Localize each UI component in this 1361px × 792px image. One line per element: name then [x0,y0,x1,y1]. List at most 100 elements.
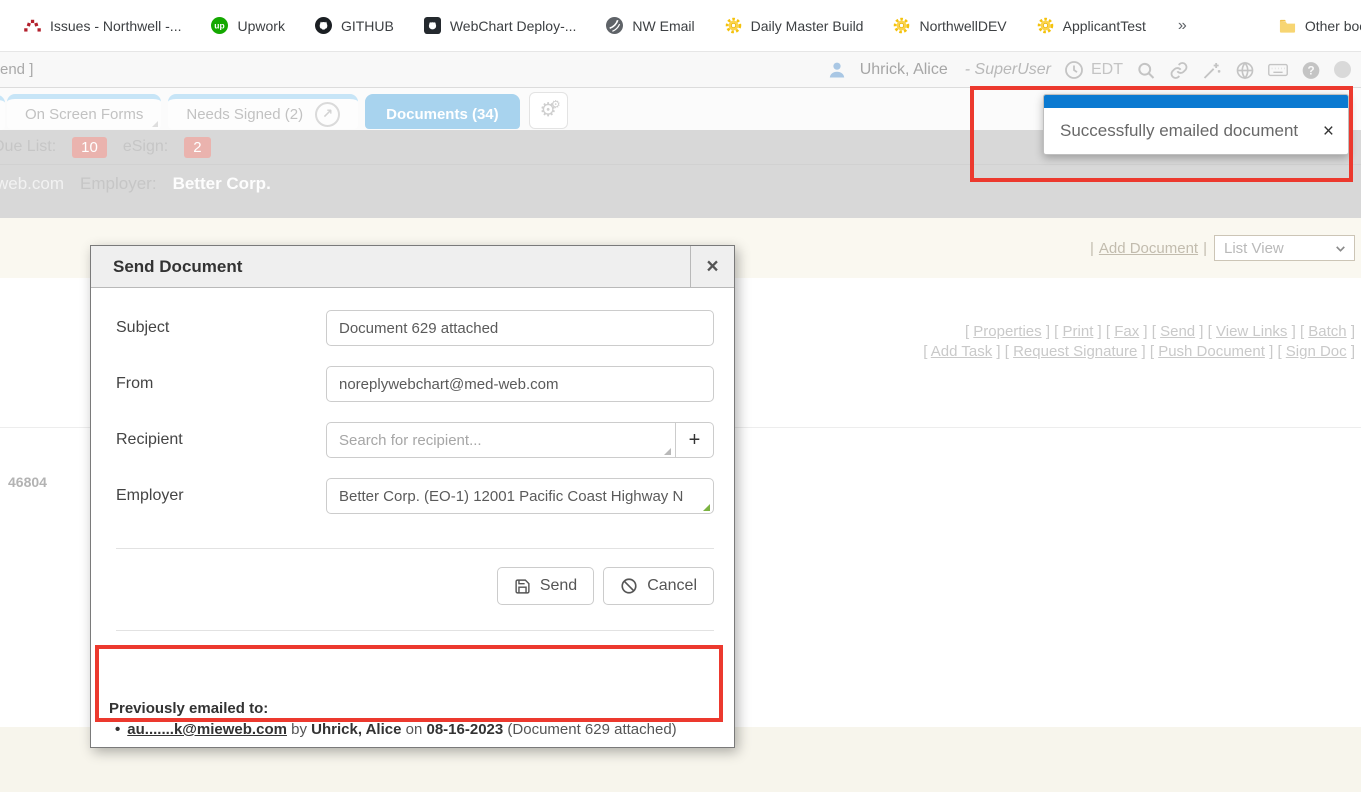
chevron-down-icon [1334,242,1347,255]
link-icon[interactable] [1169,60,1189,80]
send-document-modal: Send Document × Subject From Recipient + [90,245,735,748]
view-select-value: List View [1224,240,1284,257]
document-action-links: [ Properties ] [ Print ] [ Fax ] [ Send … [923,322,1355,362]
other-bookmarks[interactable]: Other bookmarks [1279,17,1361,34]
previous-recipient-email-link[interactable]: au.......k@mieweb.com [127,721,287,738]
globe-icon[interactable] [1235,60,1255,80]
add-recipient-button[interactable]: + [676,422,714,458]
bookmark-label: GITHUB [341,18,394,34]
bookmark-issues-northwell[interactable]: Issues - Northwell -... [24,17,181,34]
bookmark-label: Daily Master Build [751,18,864,34]
employer-field-label: Employer [116,487,326,505]
tab-label: Documents (34) [386,106,499,123]
tab-label: On Screen Forms [25,106,143,123]
action-links-line-1: [ Properties ] [ Print ] [ Fax ] [ Send … [923,322,1355,342]
action-link[interactable]: [ Properties ] [965,323,1050,340]
folder-icon [1279,17,1296,34]
gear-yellow-icon [725,17,742,34]
action-link[interactable]: [ Sign Doc ] [1277,343,1355,360]
action-link[interactable]: [ Batch ] [1300,323,1355,340]
redmine-icon [24,17,41,34]
app-header: end ] Uhrick, Alice - SuperUser EDT [0,52,1361,88]
search-icon[interactable] [1136,60,1156,80]
bookmark-nw-email[interactable]: NW Email [606,17,694,34]
previously-emailed-entry: •au.......k@mieweb.com by Uhrick, Alice … [109,719,709,741]
bookmarks-overflow-chevron[interactable]: » [1176,17,1189,35]
action-link[interactable]: [ Fax ] [1106,323,1148,340]
previous-email-note: (Document 629 attached) [507,721,676,738]
tab-label: Needs Signed (2) [186,106,303,123]
previously-emailed-section: Previously emailed to: •au.......k@miewe… [96,688,722,765]
pipe: | [1203,240,1207,257]
toast-close-icon[interactable]: × [1321,122,1336,141]
action-link[interactable]: [ Send ] [1152,323,1204,340]
bookmark-github[interactable]: GITHUB [315,17,394,34]
action-link-label: Sign Doc [1286,343,1347,360]
action-link-label: Request Signature [1013,343,1137,360]
bookmark-label: Upwork [237,18,284,34]
action-link[interactable]: [ Request Signature ] [1005,343,1146,360]
upwork-icon: up [211,17,228,34]
action-link-label: Properties [973,323,1041,340]
keyboard-icon[interactable] [1268,60,1288,80]
bookmark-upwork[interactable]: up Upwork [211,17,284,34]
save-icon [514,578,531,595]
tab-documents[interactable]: Documents (34) [365,94,520,129]
tab-settings-button[interactable]: ⚙ ⚙ [529,92,568,129]
action-link[interactable]: [ Print ] [1054,323,1102,340]
send-button-label: Send [540,577,577,595]
screen: Issues - Northwell -... up Upwork GITHUB… [0,0,1361,792]
help-icon[interactable]: ? [1301,60,1321,80]
action-link[interactable]: [ Push Document ] [1150,343,1273,360]
resize-handle-icon [664,448,671,455]
action-link-label: Send [1160,323,1195,340]
previous-email-date: 08-16-2023 [427,721,504,738]
from-label: From [116,375,326,393]
employer-input[interactable] [326,478,714,514]
tab-on-screen-forms[interactable]: On Screen Forms [7,94,161,129]
svg-text:up: up [215,21,225,31]
modal-title: Send Document [91,246,690,287]
partial-tab [0,95,5,130]
toast-notification: Successfully emailed document × [1043,94,1349,155]
action-links-line-2: [ Add Task ] [ Request Signature ] [ Pus… [923,342,1355,362]
modal-close-button[interactable]: × [690,246,734,287]
esign-count-badge: 2 [184,137,210,158]
pipe: | [1090,240,1094,257]
cancel-icon [620,577,638,595]
view-select[interactable]: List View [1214,235,1355,261]
document-row-id: 46804 [8,474,47,490]
subject-label: Subject [116,319,326,337]
action-link-label: Push Document [1158,343,1265,360]
bookmark-label: ApplicantTest [1063,18,1146,34]
wand-icon[interactable] [1202,60,1222,80]
due-list-count-badge: 10 [72,137,107,158]
bookmark-daily-master-build[interactable]: Daily Master Build [725,17,864,34]
toast-message: Successfully emailed document [1060,121,1321,141]
header-left-fragment: end ] [0,61,33,78]
bookmark-webchart-deploy[interactable]: WebChart Deploy-... [424,17,577,34]
external-arrow-icon[interactable]: ↗ [315,102,340,127]
tab-resize-corner [152,121,158,127]
resize-handle-green-icon [703,504,710,511]
employer-value: Better Corp. [173,174,271,194]
header-user-name[interactable]: Uhrick, Alice [860,61,948,79]
previously-emailed-heading: Previously emailed to: [109,698,709,719]
bookmark-label: Issues - Northwell -... [50,18,181,34]
bookmark-applicanttest[interactable]: ApplicantTest [1037,17,1146,34]
add-document-link[interactable]: Add Document [1099,240,1198,257]
send-button[interactable]: Send [497,567,594,605]
recipient-label: Recipient [116,431,326,449]
action-link[interactable]: [ View Links ] [1208,323,1296,340]
from-input[interactable] [326,366,714,402]
subject-input[interactable] [326,310,714,346]
due-list-label: Due List: [0,138,56,156]
modal-header: Send Document × [91,246,734,288]
employer-label: Employer: [80,174,157,194]
cancel-button[interactable]: Cancel [603,567,714,605]
action-link[interactable]: [ Add Task ] [923,343,1000,360]
recipient-search-input[interactable] [326,422,676,458]
action-link-label: Batch [1308,323,1346,340]
tab-needs-signed[interactable]: Needs Signed (2) ↗ [168,94,358,129]
bookmark-northwelldev[interactable]: NorthwellDEV [893,17,1006,34]
